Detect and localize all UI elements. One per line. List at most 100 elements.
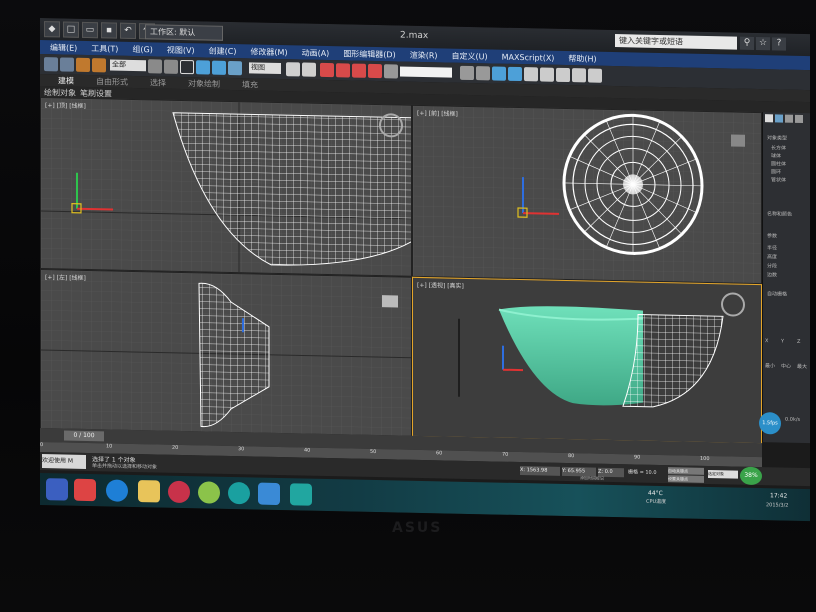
- viewcube-icon[interactable]: [382, 295, 398, 308]
- x-coord-field[interactable]: X: 1563.98: [520, 466, 560, 476]
- viewcube-icon[interactable]: [721, 292, 745, 317]
- viewcube-icon[interactable]: [379, 113, 403, 138]
- save-icon[interactable]: ▪: [101, 22, 117, 39]
- align-min-button[interactable]: 最小: [765, 362, 775, 369]
- align-max-button[interactable]: 最大: [797, 363, 807, 370]
- ribbon-tab-freeform[interactable]: 自由形式: [96, 76, 128, 88]
- menu-modifiers[interactable]: 修改器(M): [250, 46, 287, 58]
- auto-key-button[interactable]: 自动关键点: [668, 467, 704, 475]
- render-frame-icon[interactable]: [588, 68, 602, 83]
- schematic-view-icon[interactable]: [540, 67, 554, 82]
- app-icon[interactable]: [74, 478, 96, 502]
- search-icon[interactable]: ⚲: [740, 36, 754, 50]
- modify-tab-icon[interactable]: [775, 114, 783, 123]
- redo-icon[interactable]: [60, 57, 74, 72]
- create-tab-icon[interactable]: [765, 114, 773, 123]
- unlink-icon[interactable]: [92, 58, 106, 73]
- named-selection-input[interactable]: [400, 66, 452, 78]
- undo-icon[interactable]: [44, 57, 58, 72]
- layer-manager-icon[interactable]: [492, 66, 506, 81]
- menu-edit[interactable]: 编辑(E): [50, 42, 77, 54]
- viewport-front[interactable]: [+] [前] [线框]: [412, 104, 762, 285]
- help-icon[interactable]: ?: [772, 37, 786, 51]
- mirror-icon[interactable]: [460, 65, 474, 81]
- object-item[interactable]: 圆环: [771, 168, 781, 175]
- object-item[interactable]: 管状体: [771, 176, 786, 183]
- graphite-toggle-icon[interactable]: [508, 66, 522, 82]
- object-item[interactable]: 球体: [771, 152, 781, 159]
- align-center-button[interactable]: 中心: [781, 363, 791, 370]
- ribbon-tab-selection[interactable]: 选择: [150, 77, 166, 88]
- menu-tools[interactable]: 工具(T): [91, 43, 118, 55]
- angle-snap-icon[interactable]: [336, 63, 350, 78]
- curve-editor-icon[interactable]: [524, 67, 538, 82]
- menu-maxscript[interactable]: MAXScript(X): [502, 52, 555, 62]
- vivaldi-icon[interactable]: [168, 480, 190, 504]
- select-manipulate-icon[interactable]: [302, 62, 316, 77]
- ie-icon[interactable]: [106, 479, 128, 502]
- browser-icon[interactable]: [198, 481, 220, 504]
- workspace-dropdown[interactable]: 工作区: 默认: [145, 24, 223, 41]
- hierarchy-tab-icon[interactable]: [785, 114, 793, 123]
- align-icon[interactable]: [476, 66, 490, 81]
- viewport-top[interactable]: [+] [顶] [线框]: [40, 97, 412, 277]
- new-file-icon[interactable]: □: [63, 21, 79, 38]
- pivot-center-icon[interactable]: [286, 62, 300, 77]
- menu-graph-editors[interactable]: 图形编辑器(D): [343, 48, 395, 60]
- object-item[interactable]: 圆柱体: [771, 160, 786, 167]
- selection-filter-dropdown[interactable]: 全部: [110, 59, 146, 72]
- viewport-top-label[interactable]: [+] [顶] [线框]: [45, 100, 86, 110]
- app-menu-icon[interactable]: ◆: [44, 21, 60, 38]
- viewcube-icon[interactable]: [731, 134, 745, 147]
- render-setup-icon[interactable]: [572, 68, 586, 83]
- 3dsmax-taskbar-icon[interactable]: [290, 483, 312, 506]
- axis-z-button[interactable]: Z: [797, 339, 800, 345]
- explorer-icon[interactable]: [138, 480, 160, 503]
- snap-toggle-icon[interactable]: [320, 62, 334, 78]
- add-time-tag[interactable]: 添加时间标记: [580, 475, 604, 482]
- menu-help[interactable]: 帮助(H): [568, 53, 596, 65]
- material-editor-icon[interactable]: [556, 67, 570, 83]
- star-icon[interactable]: ☆: [756, 36, 770, 51]
- start-icon[interactable]: [46, 478, 68, 501]
- menu-group[interactable]: 组(G): [132, 43, 152, 54]
- spinner-snap-icon[interactable]: [368, 63, 382, 79]
- window-crossing-icon[interactable]: [196, 60, 210, 75]
- key-filter-dropdown[interactable]: 选定对象: [708, 469, 738, 479]
- reference-coordinate-dropdown[interactable]: 视图: [249, 62, 281, 75]
- menu-rendering[interactable]: 渲染(R): [410, 49, 438, 61]
- select-object-icon[interactable]: [148, 59, 162, 74]
- undo-icon[interactable]: ↶: [120, 22, 136, 40]
- edit-named-selection-icon[interactable]: [384, 64, 398, 79]
- k-app-icon[interactable]: [228, 481, 250, 505]
- open-file-icon[interactable]: ▭: [82, 21, 98, 39]
- percent-snap-icon[interactable]: [352, 63, 366, 78]
- ribbon-tab-object-paint[interactable]: 对象绘制: [188, 78, 220, 90]
- ribbon-tab-populate[interactable]: 填充: [242, 79, 258, 90]
- viewport-front-label[interactable]: [+] [前] [线框]: [417, 108, 458, 118]
- select-by-name-icon[interactable]: [164, 59, 178, 74]
- menu-animation[interactable]: 动画(A): [302, 47, 330, 59]
- photo-app-icon[interactable]: [258, 482, 280, 506]
- help-search-input[interactable]: 键入关键字或短语: [615, 34, 737, 50]
- menu-create[interactable]: 创建(C): [209, 45, 237, 57]
- ribbon-tab-modeling[interactable]: 建模: [58, 75, 74, 86]
- link-icon[interactable]: [76, 57, 90, 73]
- menu-views[interactable]: 视图(V): [167, 44, 195, 56]
- viewport-left[interactable]: [+] [左] [线框]: [40, 269, 412, 437]
- move-icon[interactable]: [212, 60, 226, 75]
- rotate-icon[interactable]: [228, 60, 242, 76]
- viewport-perspective-label[interactable]: [+] [透视] [真实]: [417, 280, 464, 290]
- axis-y-button[interactable]: Y: [781, 339, 784, 345]
- menu-customize[interactable]: 自定义(U): [452, 50, 488, 62]
- maxscript-listener[interactable]: 欢迎使用 M: [42, 454, 86, 469]
- rectangle-region-icon[interactable]: [180, 59, 194, 75]
- time-slider-thumb[interactable]: 0 / 100: [64, 430, 104, 442]
- viewport-perspective[interactable]: [+] [透视] [真实]: [412, 276, 762, 445]
- auto-grid-checkbox[interactable]: 自动栅格: [767, 290, 787, 297]
- object-item[interactable]: 长方体: [771, 144, 786, 151]
- viewport-left-label[interactable]: [+] [左] [线框]: [45, 272, 86, 282]
- set-key-button[interactable]: 设置关键点: [668, 475, 704, 483]
- axis-x-button[interactable]: X: [765, 338, 768, 344]
- motion-tab-icon[interactable]: [795, 114, 803, 123]
